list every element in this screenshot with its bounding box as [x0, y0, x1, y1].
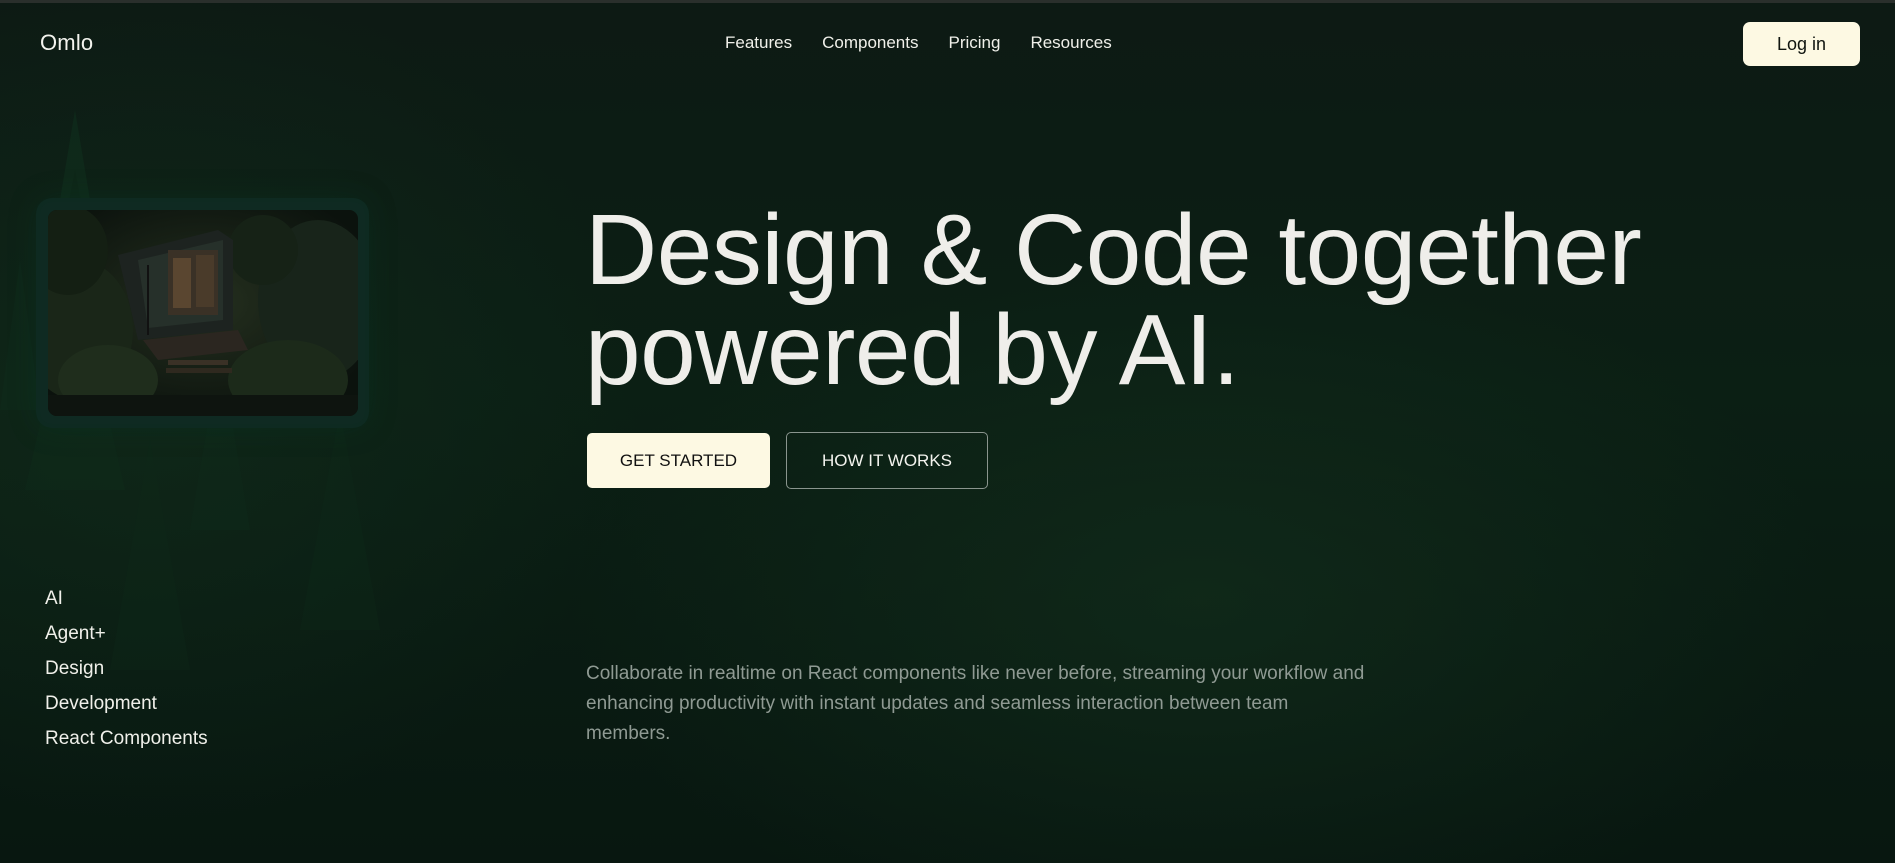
hero-headline: Design & Code together powered by AI.: [585, 200, 1785, 400]
headline-line-1: Design & Code together: [585, 194, 1642, 306]
hero-description: Collaborate in realtime on React compone…: [586, 663, 1365, 744]
nav-components[interactable]: Components: [822, 33, 918, 53]
category-item-agent-plus[interactable]: Agent+: [45, 616, 208, 651]
main-nav: Features Components Pricing Resources: [725, 33, 1112, 53]
nav-resources[interactable]: Resources: [1030, 33, 1111, 53]
cabin-illustration: [48, 210, 358, 416]
get-started-button[interactable]: GET STARTED: [587, 433, 770, 488]
category-item-design[interactable]: Design: [45, 651, 208, 686]
category-item-react-components[interactable]: React Components: [45, 721, 208, 756]
hero-image-card: [40, 202, 365, 424]
brand-logo[interactable]: Omlo: [40, 30, 93, 56]
forest-cabin-image: [48, 210, 358, 416]
category-item-ai[interactable]: AI: [45, 581, 208, 616]
landing-page: Omlo Features Components Pricing Resourc…: [0, 0, 1895, 863]
login-button[interactable]: Log in: [1743, 22, 1860, 66]
nav-pricing[interactable]: Pricing: [948, 33, 1000, 53]
category-item-development[interactable]: Development: [45, 686, 208, 721]
category-list: AI Agent+ Design Development React Compo…: [45, 581, 208, 756]
nav-features[interactable]: Features: [725, 33, 792, 53]
headline-line-2: powered by AI.: [585, 294, 1240, 406]
how-it-works-button[interactable]: HOW IT WORKS: [786, 432, 988, 489]
site-header: Omlo Features Components Pricing Resourc…: [0, 0, 1895, 90]
